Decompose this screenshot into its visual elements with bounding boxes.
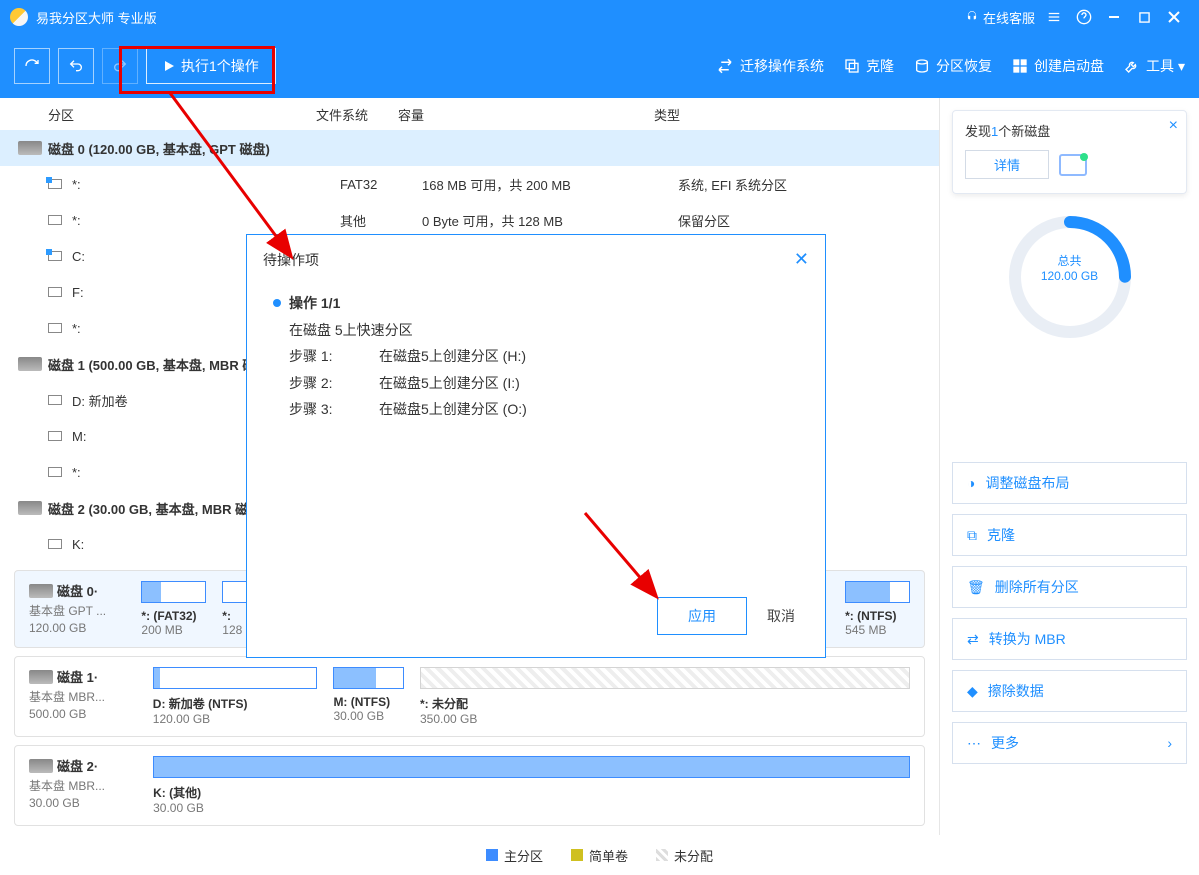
disk-icon [18,357,42,371]
highlight-execute [119,46,275,94]
close-button[interactable] [1159,0,1189,34]
tools-button[interactable]: 工具▾ [1124,56,1185,76]
disk-icon [18,501,42,515]
action-icon: ◆ [967,683,978,700]
side-panel: × 发现1个新磁盘 详情 总共120.00 GB ◑调整磁盘布局 ⧉克隆 🗑删除所有… [940,98,1199,835]
action-icon: ◑ [967,475,975,491]
disk-card[interactable]: 磁盘 2·基本盘 MBR...30.00 GBK: (其他)30.00 GB [14,745,925,826]
action-icon: 🗑 [967,579,985,596]
partition-recovery-button[interactable]: 分区恢复 [914,56,992,76]
partition-icon [48,251,62,261]
disk-icon [1059,154,1087,176]
maximize-button[interactable] [1129,0,1159,34]
disk-icon [18,141,42,155]
apply-button[interactable]: 应用 [657,597,747,635]
side-action-button[interactable]: ◆擦除数据 [952,670,1187,712]
refresh-button[interactable] [14,48,50,84]
partition-row[interactable]: *:其他0 Byte 可用，共 128 MB保留分区 [0,202,939,238]
side-action-button[interactable]: ⋯更多› [952,722,1187,764]
customer-service-button[interactable]: 在线客服 [965,8,1035,27]
minimize-button[interactable] [1099,0,1129,34]
close-icon[interactable]: × [1169,117,1178,135]
undo-button[interactable] [58,48,94,84]
partition-icon [48,539,62,549]
side-action-button[interactable]: ⧉克隆 [952,514,1187,556]
action-icon: ⋯ [967,735,981,752]
migrate-os-button[interactable]: 迁移操作系统 [716,56,824,76]
app-logo-icon [10,8,28,26]
side-action-button[interactable]: 🗑删除所有分区 [952,566,1187,608]
title-bar: 易我分区大师 专业版 在线客服 [0,0,1199,34]
pending-operations-dialog: 待操作项 ✕ 操作 1/1 在磁盘 5上快速分区 步骤 1:在磁盘5上创建分区 … [246,234,826,658]
cancel-button[interactable]: 取消 [767,606,795,626]
partition-icon [48,395,62,405]
side-action-button[interactable]: ⇄转换为 MBR [952,618,1187,660]
disk-row[interactable]: 磁盘 0 (120.00 GB, 基本盘, GPT 磁盘) [0,130,939,166]
usage-ring: 总共120.00 GB [1005,212,1135,342]
app-title: 易我分区大师 专业版 [36,8,965,27]
create-bootdisk-button[interactable]: 创建启动盘 [1012,56,1104,76]
action-icon: ⧉ [967,527,977,544]
action-icon: ⇄ [967,631,979,648]
detail-button[interactable]: 详情 [965,150,1049,179]
menu-icon[interactable] [1039,0,1069,34]
operation-step: 步骤 2:在磁盘5上创建分区 (I:) [289,370,799,397]
table-header: 分区 文件系统 容量 类型 [0,98,939,130]
operation-step: 步骤 1:在磁盘5上创建分区 (H:) [289,343,799,370]
close-icon[interactable]: ✕ [794,249,809,270]
disk-card[interactable]: 磁盘 1·基本盘 MBR...500.00 GBD: 新加卷 (NTFS)120… [14,656,925,737]
side-action-button[interactable]: ◑调整磁盘布局 [952,462,1187,504]
partition-row[interactable]: *:FAT32168 MB 可用，共 200 MB系统, EFI 系统分区 [0,166,939,202]
partition-icon [48,179,62,189]
clone-button[interactable]: 克隆 [844,56,894,76]
new-disk-notice: × 发现1个新磁盘 详情 [952,110,1187,194]
operation-step: 步骤 3:在磁盘5上创建分区 (O:) [289,396,799,423]
help-icon[interactable] [1069,0,1099,34]
partition-icon [48,467,62,477]
partition-icon [48,287,62,297]
partition-icon [48,431,62,441]
dialog-title: 待操作项 [263,250,794,270]
partition-icon [48,215,62,225]
legend: 主分区 简单卷 未分配 [0,835,1199,875]
partition-icon [48,323,62,333]
